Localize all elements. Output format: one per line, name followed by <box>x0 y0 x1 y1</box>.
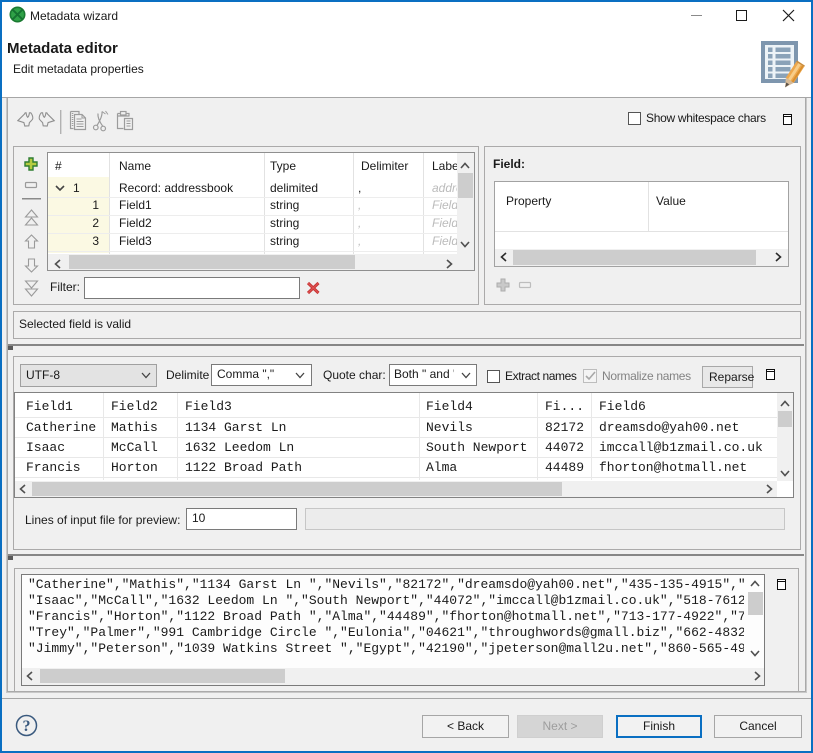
svg-text:?: ? <box>23 718 31 735</box>
